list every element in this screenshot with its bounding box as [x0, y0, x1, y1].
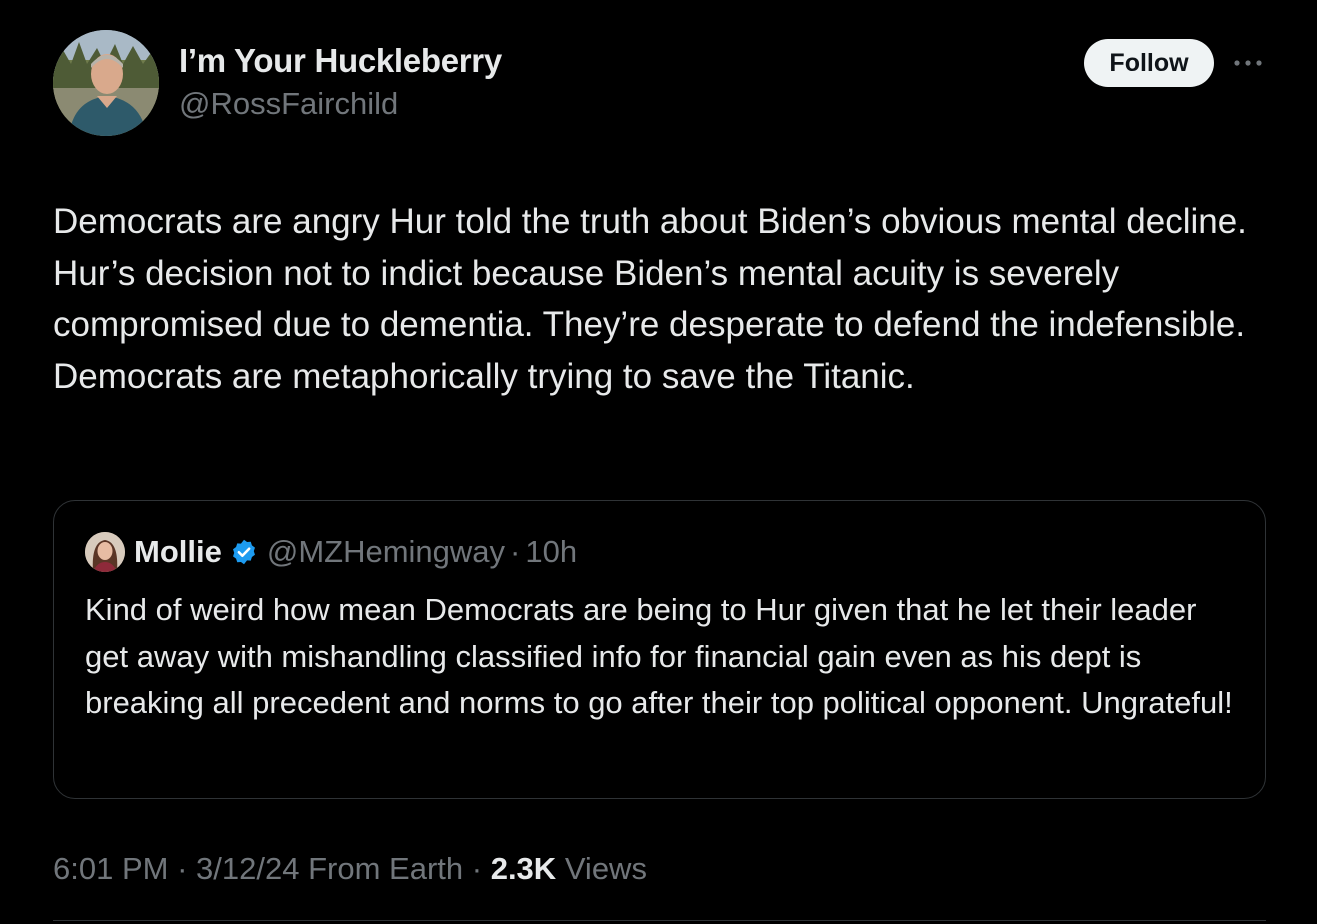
- quoted-author-name[interactable]: Mollie: [134, 534, 222, 570]
- follow-button[interactable]: Follow: [1084, 39, 1214, 87]
- views-count: 2.3K: [490, 851, 557, 886]
- author-display-name[interactable]: I’m Your Huckleberry: [179, 42, 502, 80]
- quoted-author-avatar[interactable]: [85, 532, 125, 572]
- verified-badge-icon: [230, 538, 258, 566]
- divider: [53, 920, 1266, 921]
- quoted-tweet-header: Mollie @MZHemingway · 10h: [85, 531, 577, 573]
- author-avatar[interactable]: [53, 30, 159, 136]
- quoted-separator: ·: [510, 534, 521, 569]
- avatar-photo: [53, 30, 159, 136]
- quoted-tweet[interactable]: Mollie @MZHemingway · 10h Kind of weird …: [53, 500, 1266, 799]
- tweet-meta: 6:01 PM · 3/12/24 From Earth · 2.3K View…: [53, 851, 647, 887]
- meta-separator: ·: [177, 851, 188, 886]
- more-options-button[interactable]: [1228, 48, 1268, 78]
- quoted-timestamp[interactable]: 10h: [525, 534, 577, 570]
- tweet-source: From Earth: [308, 851, 464, 886]
- more-horizontal-icon: [1234, 60, 1262, 66]
- tweet-time[interactable]: 6:01 PM: [53, 851, 168, 886]
- tweet-date[interactable]: 3/12/24: [196, 851, 299, 886]
- meta-separator: ·: [471, 851, 483, 886]
- quoted-avatar-photo: [85, 532, 125, 572]
- tweet-detail: I’m Your Huckleberry @RossFairchild Foll…: [0, 0, 1317, 924]
- author-handle[interactable]: @RossFairchild: [179, 86, 398, 122]
- views-label: Views: [564, 851, 647, 886]
- quoted-tweet-text: Kind of weird how mean Democrats are bei…: [85, 592, 1233, 720]
- tweet-text: Democrats are angry Hur told the truth a…: [53, 202, 1247, 396]
- quoted-author-handle[interactable]: @MZHemingway: [267, 534, 505, 570]
